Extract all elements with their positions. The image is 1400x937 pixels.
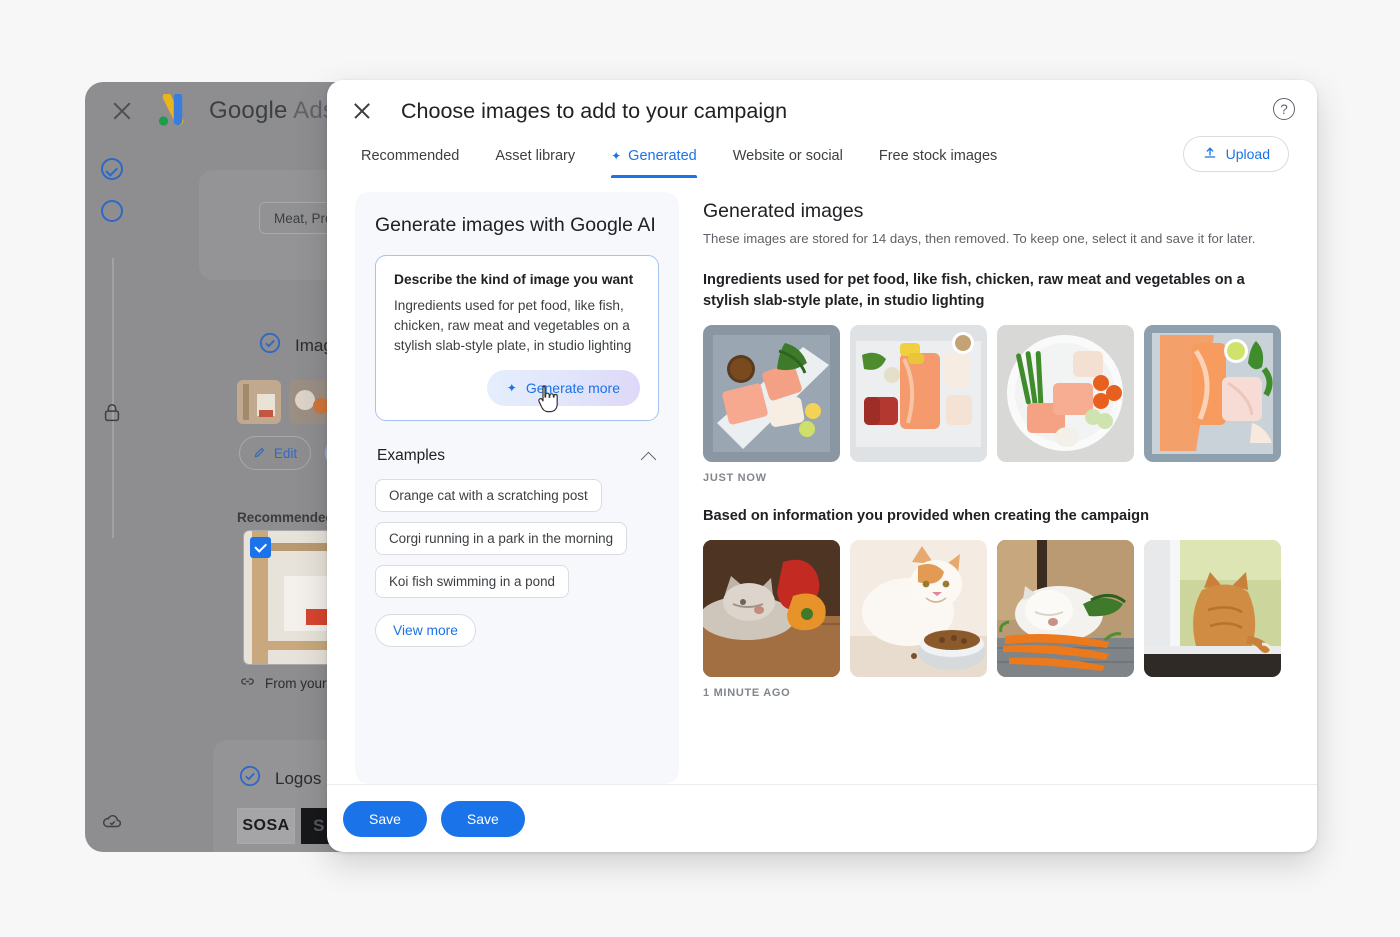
background-edit-label: Edit bbox=[273, 445, 298, 461]
tab-generated[interactable]: ✦ Generated bbox=[611, 142, 697, 178]
google-ads-logo bbox=[151, 92, 193, 128]
view-more-button[interactable]: View more bbox=[375, 614, 476, 648]
tab-free-stock-images-label: Free stock images bbox=[878, 148, 998, 164]
result-image-row bbox=[703, 540, 1289, 678]
save-button[interactable]: Save bbox=[343, 800, 427, 837]
result-image-row bbox=[703, 325, 1289, 463]
generated-image[interactable] bbox=[703, 325, 840, 463]
tab-website-or-social-label: Website or social bbox=[732, 148, 843, 164]
brand-primary: Google bbox=[209, 97, 288, 124]
generate-more-button[interactable]: ✦ Generate more bbox=[486, 370, 640, 413]
example-chip[interactable]: Corgi running in a park in the morning bbox=[375, 522, 628, 556]
example-chip[interactable]: Orange cat with a scratching post bbox=[375, 479, 602, 513]
generated-image[interactable] bbox=[850, 325, 987, 463]
prompt-input[interactable]: Ingredients used for pet food, like fish… bbox=[394, 296, 640, 356]
examples-heading: Examples bbox=[377, 447, 446, 465]
rail-connector bbox=[112, 258, 114, 538]
background-step-rail bbox=[85, 140, 143, 852]
example-chip[interactable]: Koi fish swimming in a pond bbox=[375, 565, 569, 599]
generated-image[interactable] bbox=[1144, 540, 1281, 678]
generate-panel-heading: Generate images with Google AI bbox=[375, 214, 656, 236]
help-icon[interactable]: ? bbox=[1273, 98, 1295, 120]
circle-icon bbox=[101, 200, 125, 224]
generated-image[interactable] bbox=[997, 540, 1134, 678]
tab-free-stock-images[interactable]: Free stock images bbox=[879, 142, 997, 178]
upload-icon bbox=[1202, 145, 1218, 164]
generated-image[interactable] bbox=[703, 540, 840, 678]
dialog-footer: Save Save bbox=[327, 784, 1317, 852]
choose-images-dialog: Choose images to add to your campaign ? … bbox=[327, 80, 1317, 852]
results-heading: Generated images bbox=[703, 200, 864, 222]
tab-asset-library-label: Asset library bbox=[495, 148, 576, 164]
tab-website-or-social[interactable]: Website or social bbox=[733, 142, 843, 178]
prompt-label: Describe the kind of image you want bbox=[394, 272, 634, 287]
sparkle-icon: ✦ bbox=[611, 149, 622, 163]
tab-recommended[interactable]: Recommended bbox=[361, 142, 459, 178]
generated-results: Generated images These images are stored… bbox=[679, 192, 1289, 784]
selected-checkbox[interactable] bbox=[250, 537, 271, 558]
pencil-icon bbox=[253, 445, 267, 462]
dialog-tabs: Recommended Asset library ✦ Generated We… bbox=[327, 136, 1317, 189]
sparkle-icon: ✦ bbox=[506, 381, 517, 396]
cloud-icon bbox=[101, 810, 125, 834]
page-title: Choose images to add to your campaign bbox=[401, 98, 788, 123]
background-thumb bbox=[237, 380, 281, 424]
chevron-up-icon[interactable] bbox=[642, 449, 657, 464]
examples-header: Examples bbox=[377, 447, 657, 465]
lock-icon bbox=[101, 402, 125, 426]
result-timestamp: 1 MINUTE AGO bbox=[703, 687, 791, 700]
prompt-card[interactable]: Describe the kind of image you want Ingr… bbox=[375, 255, 659, 422]
generated-image[interactable] bbox=[997, 325, 1134, 463]
app-title: Google Ads bbox=[209, 97, 335, 125]
background-recommended-label: Recommended bbox=[237, 510, 334, 525]
check-circle-icon bbox=[239, 765, 261, 792]
generate-panel: Generate images with Google AI Describe … bbox=[355, 192, 679, 784]
result-group-title: Based on information you provided when c… bbox=[703, 508, 1149, 525]
dialog-body: Generate images with Google AI Describe … bbox=[327, 192, 1317, 784]
tab-asset-library[interactable]: Asset library bbox=[495, 142, 575, 178]
background-logo-label: SOSA bbox=[242, 817, 290, 834]
examples-list: Orange cat with a scratching post Corgi … bbox=[375, 479, 659, 608]
generated-image[interactable] bbox=[1144, 325, 1281, 463]
check-circle-icon bbox=[259, 332, 281, 359]
result-timestamp: JUST NOW bbox=[703, 472, 767, 485]
link-icon bbox=[239, 673, 256, 693]
background-logo-item[interactable]: SOSA bbox=[237, 808, 295, 844]
check-circle-icon bbox=[101, 158, 125, 182]
close-icon[interactable] bbox=[349, 98, 375, 124]
results-note: These images are stored for 14 days, the… bbox=[703, 231, 1256, 246]
background-edit-button[interactable]: Edit bbox=[239, 436, 311, 470]
tab-generated-label: Generated bbox=[628, 148, 697, 164]
close-icon[interactable] bbox=[109, 98, 135, 124]
background-logo-label: S bbox=[313, 816, 325, 835]
upload-button[interactable]: Upload bbox=[1182, 136, 1289, 172]
generate-more-label: Generate more bbox=[525, 380, 620, 397]
result-group-title: Ingredients used for pet food, like fish… bbox=[703, 272, 1245, 310]
upload-button-label: Upload bbox=[1225, 146, 1270, 162]
dialog-header: Choose images to add to your campaign ? bbox=[327, 80, 1317, 142]
save-button-secondary[interactable]: Save bbox=[440, 800, 525, 837]
tab-recommended-label: Recommended bbox=[361, 148, 460, 164]
generated-image[interactable] bbox=[850, 540, 987, 678]
generate-more-row: ✦ Generate more bbox=[394, 370, 640, 413]
